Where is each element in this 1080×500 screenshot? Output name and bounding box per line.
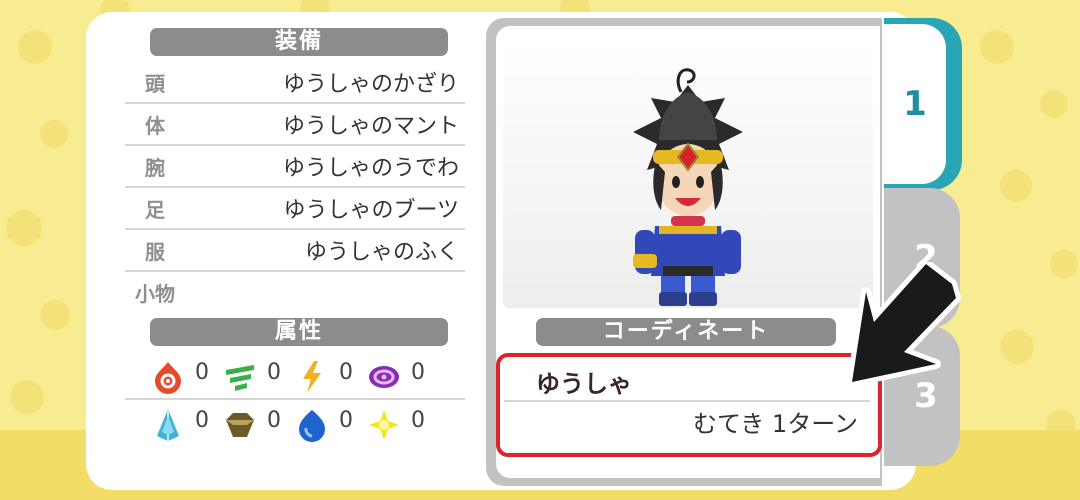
item-name: ゆうしゃのうでわ [282,156,459,181]
dark-swirl-icon [369,366,399,388]
attribute-value: 0 [195,408,209,433]
equipment-header: 装備 [150,28,448,56]
attribute-earth: 0 [223,402,283,442]
coordinate-effect: むてき 1ターン [693,410,858,438]
slot-label: 足 [145,198,165,222]
slot-label: 体 [145,114,165,138]
item-name: ゆうしゃのブーツ [283,198,459,223]
slot-label: 服 [145,240,165,264]
attribute-water: 0 [295,402,355,442]
attributes-header: 属性 [150,318,448,346]
equipment-row-accessory[interactable]: 小物 [125,272,465,312]
wind-icon [226,365,254,391]
water-icon [299,410,325,442]
attribute-lightning: 0 [295,354,355,394]
attribute-ice: 0 [151,402,211,442]
equipment-row-foot[interactable]: 足 ゆうしゃのブーツ [125,188,465,230]
fire-icon [155,362,181,394]
hero-avatar-icon [633,68,743,306]
equipment-row-head[interactable]: 頭 ゆうしゃのかざり [125,62,465,104]
light-icon [369,410,399,440]
attributes-row-2: 0 0 0 0 [125,402,465,446]
attributes-row-1: 0 0 0 0 [125,354,465,400]
attribute-value: 0 [411,360,425,385]
tab-label: 1 [884,24,946,184]
earth-icon [226,413,254,437]
item-name: ゆうしゃのマント [282,114,459,139]
attribute-value: 0 [339,360,353,385]
divider [504,400,870,402]
slot-label: 頭 [145,72,165,96]
item-name: ゆうしゃのふく [304,240,459,265]
attribute-fire: 0 [151,354,211,394]
lightning-icon [303,361,321,393]
tab-1[interactable]: 1 [884,18,962,190]
attribute-light: 0 [367,402,427,442]
attribute-value: 0 [411,408,425,433]
equipment-row-arm[interactable]: 腕 ゆうしゃのうでわ [125,146,465,188]
character-portrait [503,40,873,308]
equipment-row-clothes[interactable]: 服 ゆうしゃのふく [125,230,465,272]
attribute-value: 0 [267,408,281,433]
item-name: ゆうしゃのかざり [282,72,459,97]
attribute-wind: 0 [223,354,283,394]
attribute-value: 0 [267,360,281,385]
equipment-row-body[interactable]: 体 ゆうしゃのマント [125,104,465,146]
pointer-arrow-icon [847,262,961,387]
ice-icon [157,409,179,441]
coordinate-name: ゆうしゃ [536,370,632,398]
attribute-value: 0 [195,360,209,385]
slot-label: 小物 [135,282,175,306]
coordinate-header: コーディネート [536,318,836,346]
attribute-dark: 0 [367,354,427,394]
attribute-value: 0 [339,408,353,433]
slot-label: 腕 [145,156,165,180]
